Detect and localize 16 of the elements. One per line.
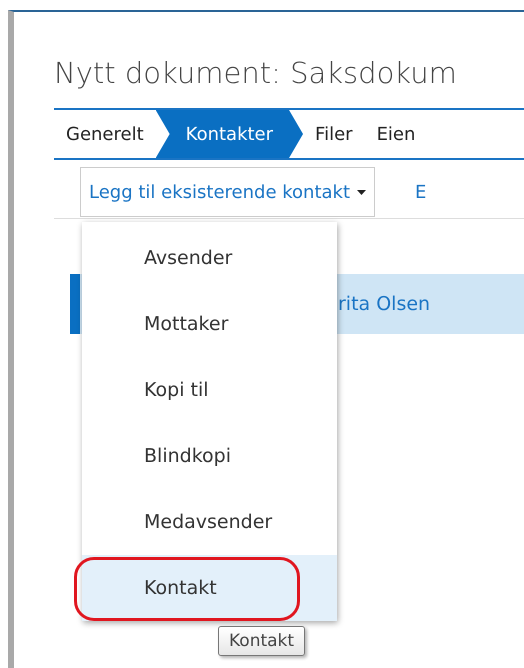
menu-item[interactable]: Blindkopi [82, 423, 337, 489]
menu-item[interactable]: Avsender [82, 225, 337, 291]
menu-item[interactable]: Medavsender [82, 489, 337, 555]
contact-name: rita Olsen [338, 293, 430, 315]
tooltip: Kontakt [218, 626, 306, 656]
tab[interactable]: Kontakter [156, 110, 304, 158]
tab[interactable]: Filer [303, 110, 365, 158]
page-title: Nytt dokument: Saksdokum [54, 56, 458, 90]
menu-item[interactable]: Kontakt [82, 555, 337, 621]
menu-item[interactable]: Mottaker [82, 291, 337, 357]
caret-icon [357, 190, 366, 194]
tab[interactable]: Eien [364, 110, 428, 158]
tab[interactable]: Generelt [54, 110, 156, 158]
menu-item[interactable]: Kopi til [82, 357, 337, 423]
toolbar-link[interactable]: E [415, 182, 426, 202]
add-contact-dropdown[interactable]: Legg til eksisterende kontakt [80, 167, 376, 217]
